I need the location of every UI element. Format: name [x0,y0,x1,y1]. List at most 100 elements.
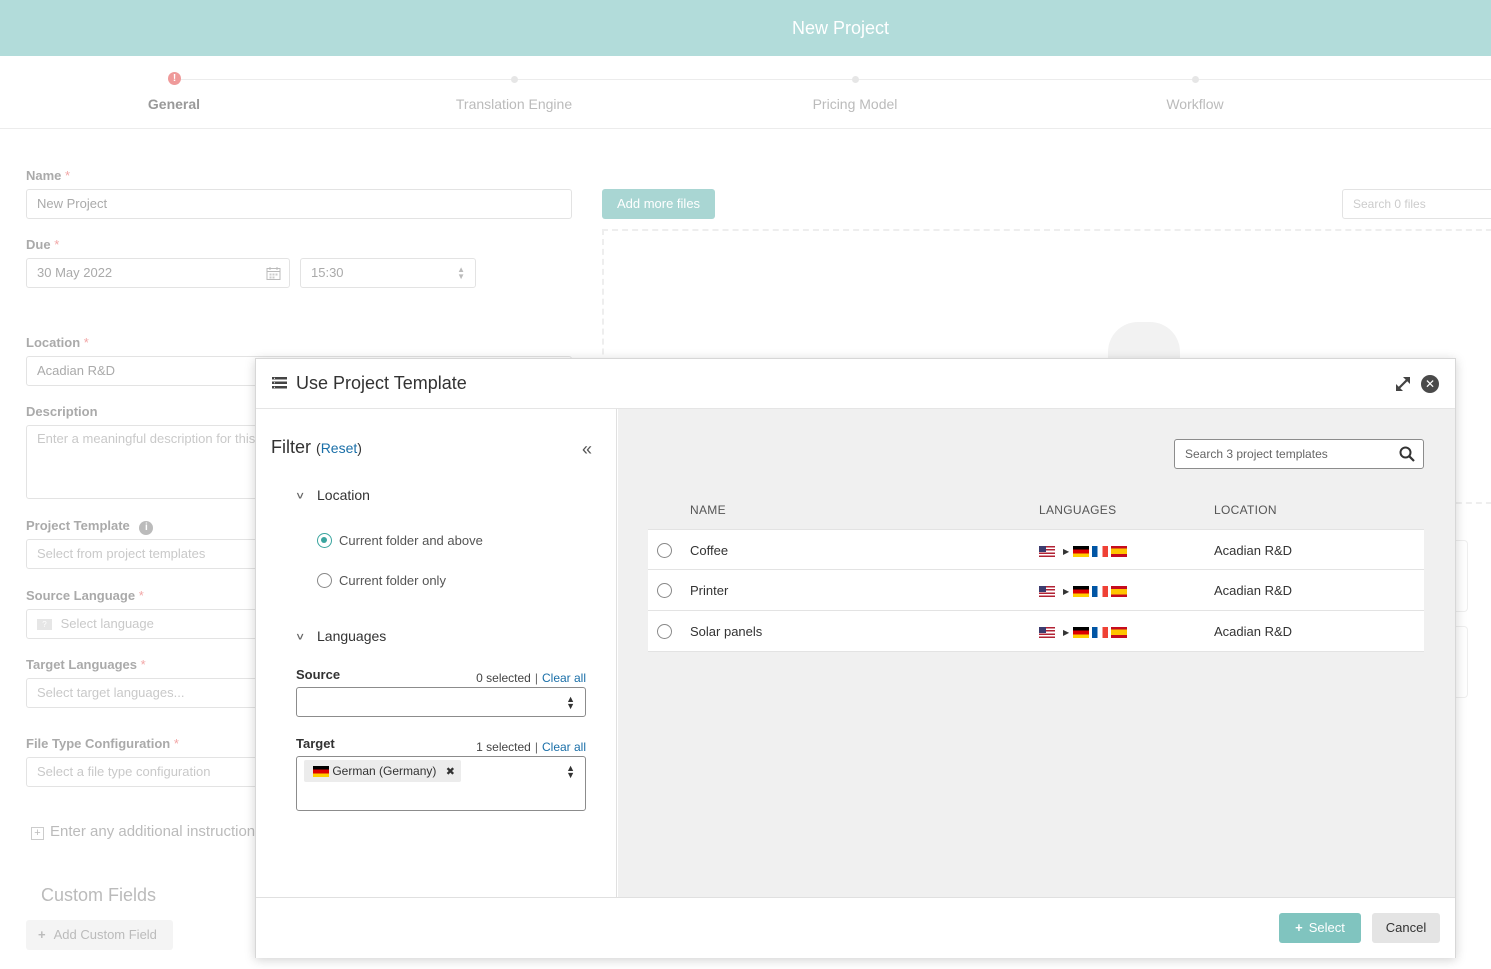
dialog-header: Use Project Template ✕ [256,359,1455,409]
chip-label: German (Germany) [332,764,437,778]
arrow-right-icon: ▶ [1063,587,1070,597]
target-clear-all-link[interactable]: Clear all [542,740,586,754]
source-language-label: Source Language * [26,588,144,603]
file-card [1456,540,1468,612]
info-icon[interactable]: i [139,521,154,535]
step-label: Pricing Model [812,96,898,112]
location-section-toggle[interactable]: ∨ Location [295,487,370,503]
spanish-flag-icon [1111,586,1128,598]
name-label: Name * [26,168,71,183]
close-icon[interactable]: ✕ [1421,375,1439,393]
spanish-flag-icon [1111,627,1128,639]
plus-icon: + [1295,920,1303,935]
language-chip-german: German (Germany) ✖ [304,760,461,782]
template-search-input[interactable]: Search 3 project templates [1174,439,1424,469]
stepper-line [174,79,1491,80]
template-languages: ▶ [1039,543,1130,558]
step-label: General [147,96,201,112]
step-label: Translation Engine [455,96,573,112]
french-flag-icon [1092,627,1109,639]
target-languages-label: Target Languages * [26,657,146,672]
filter-title: Filter (Reset) [271,437,362,457]
french-flag-icon [1092,586,1109,598]
chevron-down-icon: ∨ [295,489,306,501]
target-language-filter-select[interactable]: German (Germany) ✖ ▲ ▼ [296,756,586,811]
languages-section-toggle[interactable]: ∨ Languages [295,628,386,644]
template-list-icon [272,377,287,389]
step-dot [1192,76,1199,83]
row-radio[interactable] [657,624,672,639]
table-row[interactable]: Coffee ▶ Acadian R&D [648,529,1424,570]
radio-checked-icon [317,533,332,549]
templates-panel: Search 3 project templates NAME LANGUAGE… [618,409,1455,897]
search-icon[interactable] [1399,446,1415,462]
collapse-panel-icon[interactable]: « [582,439,592,460]
cancel-button[interactable]: Cancel [1372,913,1440,943]
file-type-label: File Type Configuration * [26,736,179,751]
plus-icon: + [38,927,46,942]
location-label: Location * [26,335,89,350]
radio-unchecked-icon [317,573,332,589]
file-card [1456,626,1468,698]
table-row[interactable]: Solar panels ▶ Acadian R&D [648,611,1424,652]
expand-icon[interactable] [1393,374,1413,394]
arrow-right-icon: ▶ [1063,547,1070,557]
radio-current-folder-only[interactable]: Current folder only [317,573,446,589]
select-button[interactable]: + Select [1279,913,1361,943]
dialog-title: Use Project Template [296,373,467,393]
template-name: Coffee [690,543,729,558]
arrow-right-icon: ▶ [1063,628,1070,638]
filter-panel: Filter (Reset) « ∨ Location Current fold… [256,409,617,897]
reset-filter-link[interactable]: Reset [321,440,358,456]
add-custom-field-button[interactable]: + Add Custom Field [26,920,173,950]
column-name[interactable]: NAME [690,503,726,517]
use-project-template-dialog: Use Project Template ✕ Filter (Reset) « … [255,358,1456,958]
source-selection-info: 0 selected | Clear all [476,671,586,685]
description-label: Description [26,404,98,419]
german-flag-icon [1073,546,1090,558]
french-flag-icon [1092,546,1109,558]
select-arrows-icon: ▲ ▼ [566,763,575,780]
german-flag-icon [1073,627,1090,639]
step-dot [511,76,518,83]
remove-chip-icon[interactable]: ✖ [446,766,455,778]
due-date-input[interactable]: 30 May 2022 [26,258,290,288]
stepper-arrows-icon: ▲ ▼ [457,265,465,281]
due-label: Due * [26,237,60,252]
due-time-input[interactable]: 15:30 ▲ ▼ [300,258,476,288]
dialog-footer: + Select Cancel [256,897,1455,958]
row-radio[interactable] [657,543,672,558]
source-language-filter-select[interactable]: ▲ ▼ [296,687,586,717]
template-name: Printer [690,583,729,598]
target-filter-label: Target [296,736,335,751]
page-title: New Project [791,17,890,38]
wizard-stepper: ! General Translation Engine Pricing Mod… [0,56,1491,129]
template-languages: ▶ [1039,583,1130,598]
table-header: NAME LANGUAGES LOCATION [648,497,1424,529]
source-filter-label: Source [296,667,341,682]
top-bar: New Project [0,0,1491,56]
column-location[interactable]: LOCATION [1214,503,1277,517]
template-location: Acadian R&D [1214,583,1293,598]
radio-current-folder-and-above[interactable]: Current folder and above [317,533,483,549]
template-location: Acadian R&D [1214,624,1293,639]
cloud-upload-icon [1108,322,1180,362]
us-flag-icon [1039,586,1055,598]
plus-square-icon: + [31,827,44,840]
project-template-label: Project Template i [26,518,154,535]
unknown-flag-icon: ? [37,619,52,631]
search-files-input[interactable]: Search 0 files [1342,189,1491,219]
chevron-down-icon: ∨ [295,630,306,642]
template-languages: ▶ [1039,624,1130,639]
add-files-button[interactable]: Add more files [602,189,715,219]
column-languages[interactable]: LANGUAGES [1039,503,1116,517]
table-row[interactable]: Printer ▶ Acadian R&D [648,570,1424,611]
name-input[interactable]: New Project [26,189,572,219]
target-selection-info: 1 selected | Clear all [476,740,586,754]
us-flag-icon [1039,627,1055,639]
source-clear-all-link[interactable]: Clear all [542,671,586,685]
row-radio[interactable] [657,583,672,598]
calendar-icon [266,267,281,280]
additional-instructions-toggle[interactable]: + Enter any additional instructions [31,823,263,840]
us-flag-icon [1039,546,1055,558]
